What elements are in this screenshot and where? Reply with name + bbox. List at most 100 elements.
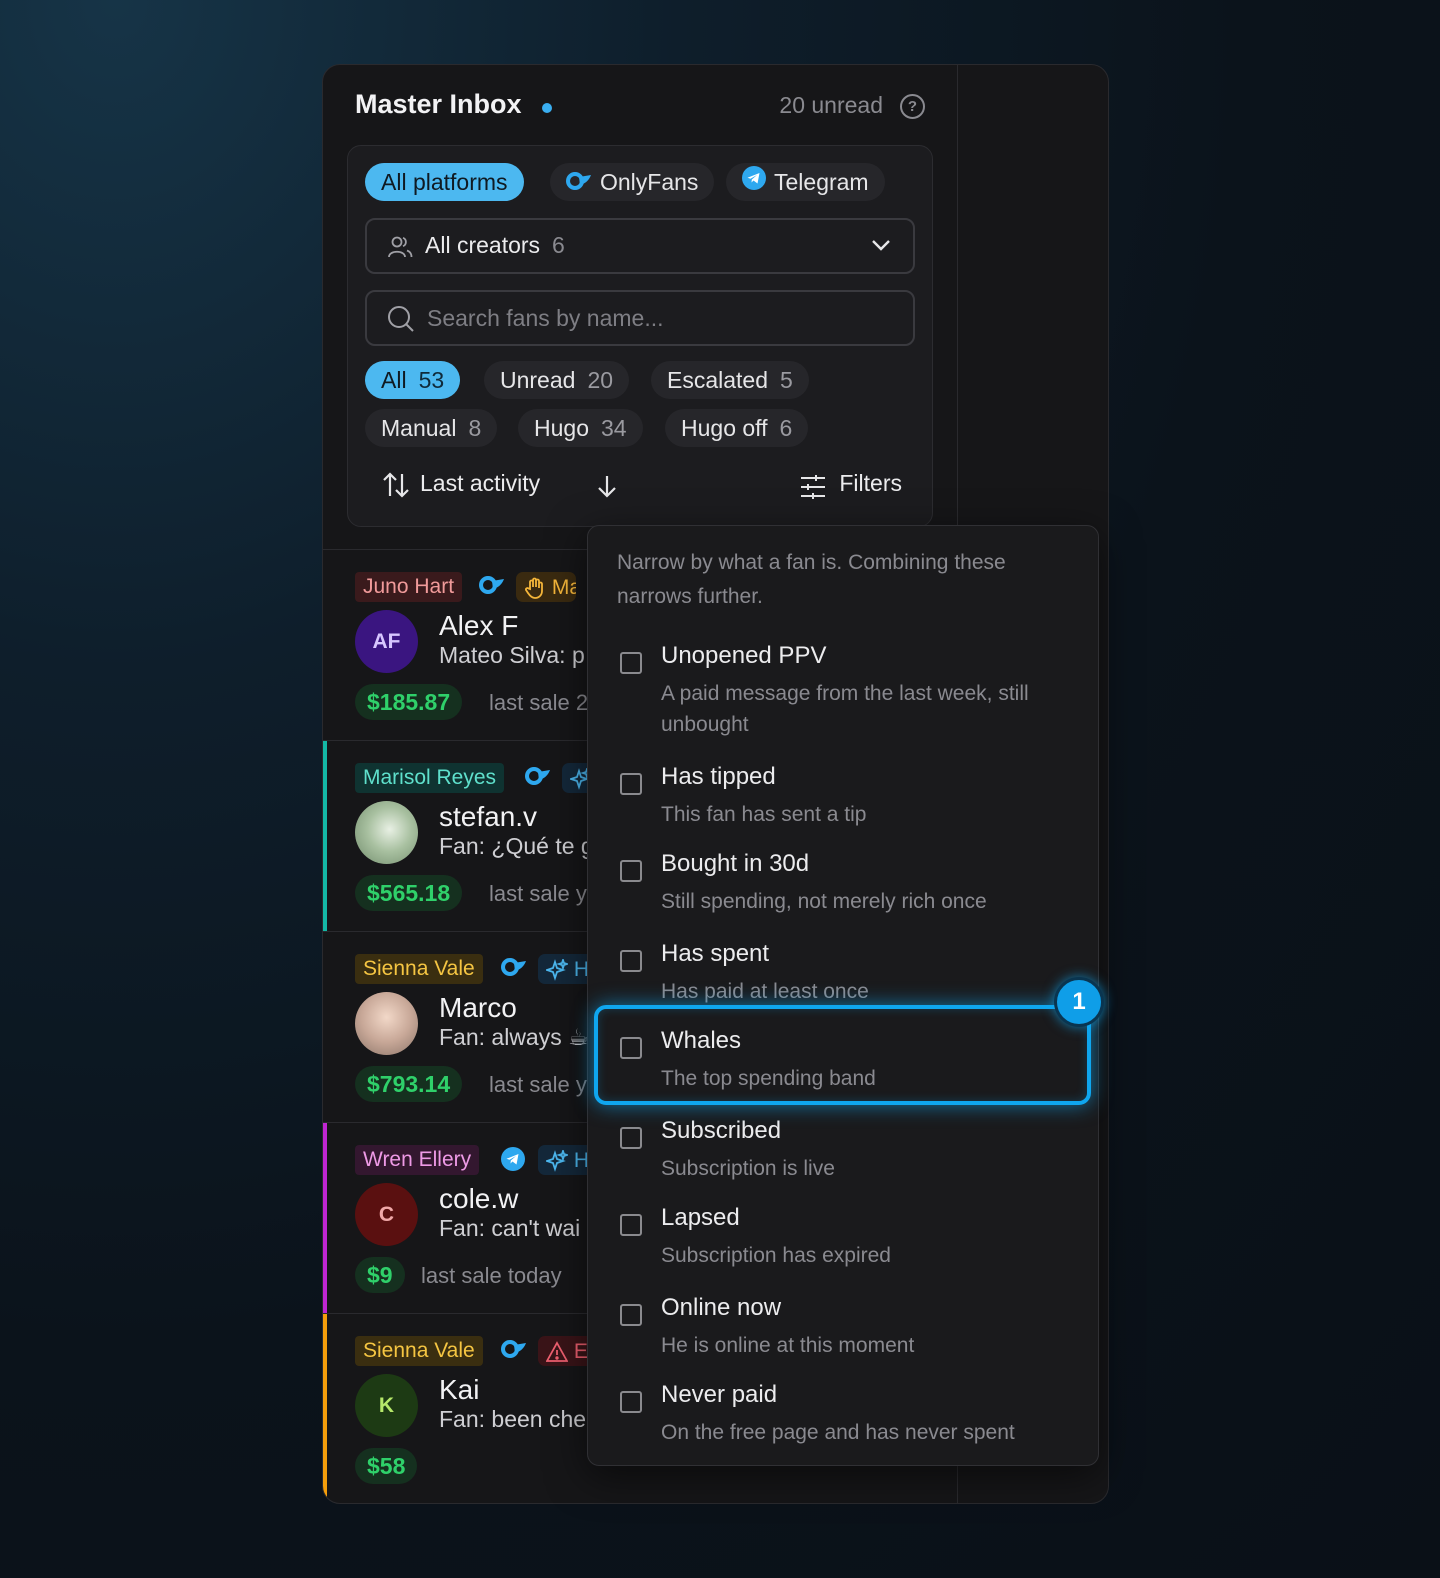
creators-count: 6 — [552, 232, 565, 258]
filter-option-desc: He is online at this moment — [661, 1334, 915, 1357]
message-preview: Fan: can't wai — [439, 1215, 581, 1241]
filter-option-title: Has tipped — [661, 763, 776, 790]
page-title: Master Inbox — [355, 89, 522, 119]
search-input[interactable] — [427, 300, 897, 336]
status-chip-unread[interactable]: Unread 20 — [484, 361, 630, 399]
hand-icon — [525, 578, 543, 600]
spend-amount: $793.14 — [355, 1066, 463, 1102]
filter-option-unopened-ppv[interactable]: Unopened PPV A paid message from the las… — [588, 634, 1100, 736]
sort-row: Last activity Filters — [382, 466, 902, 506]
status-chip-hugo[interactable]: Hugo 34 — [518, 409, 643, 447]
status-chip-hugo-off[interactable]: Hugo off 6 — [665, 409, 809, 447]
filter-option-online-now[interactable]: Online now He is online at this moment — [588, 1286, 1100, 1366]
checkbox[interactable] — [620, 1214, 642, 1236]
platform-chip-onlyfans[interactable]: OnlyFans — [550, 163, 715, 201]
avatar: C — [355, 1183, 418, 1246]
telegram-icon — [501, 1147, 525, 1176]
filter-option-title: Lapsed — [661, 1204, 740, 1231]
last-sale: last sale today — [421, 1263, 562, 1288]
spend-amount: $58 — [355, 1448, 418, 1484]
filter-option-has-tipped[interactable]: Has tipped This fan has sent a tip — [588, 755, 1100, 835]
filter-option-desc: Subscription is live — [661, 1157, 835, 1180]
filter-option-title: Has spent — [661, 940, 770, 967]
message-preview: Mateo Silva: p — [439, 642, 585, 668]
status-chip-count: 34 — [600, 415, 627, 441]
platform-chip-telegram[interactable]: Telegram — [726, 163, 885, 201]
onlyfans-icon — [566, 163, 592, 201]
checkbox[interactable] — [620, 1391, 642, 1413]
filters-intro: Narrow by what a fan is. Combining these… — [617, 551, 1006, 608]
status-chip-manual[interactable]: Manual 8 — [365, 409, 498, 447]
status-chip-escalated[interactable]: Escalated 5 — [651, 361, 809, 399]
status-chip-label: Hugo — [534, 415, 589, 441]
checkbox[interactable] — [620, 1127, 642, 1149]
creator-tag: Marisol Reyes — [355, 763, 505, 793]
avatar: K — [355, 1374, 418, 1437]
filter-option-title: Subscribed — [661, 1117, 782, 1144]
filter-option-desc: A paid message from the last week, still… — [661, 682, 1029, 736]
creator-tag: Sienna Vale — [355, 954, 483, 984]
filter-option-desc: Has paid at least once — [661, 980, 869, 1003]
platform-chip-all[interactable]: All platforms — [365, 163, 524, 201]
filter-option-title: Bought in 30d — [661, 850, 810, 877]
filter-option-whales[interactable]: Whales The top spending band — [588, 1019, 1100, 1099]
platform-chip-label: All platforms — [381, 169, 508, 195]
search-box — [365, 290, 915, 346]
status-chip-count: 8 — [468, 415, 482, 441]
checkbox[interactable] — [620, 652, 642, 674]
status-chip-count: 5 — [780, 367, 793, 393]
creator-color-bar — [323, 1123, 327, 1313]
filter-option-bought-30d[interactable]: Bought in 30d Still spending, not merely… — [588, 842, 1100, 922]
users-icon — [387, 234, 413, 265]
sparkle-icon — [544, 1148, 570, 1173]
creator-color-bar — [323, 741, 327, 931]
status-chip-count: 53 — [418, 367, 445, 393]
fan-name: Alex F — [439, 610, 519, 641]
filters-button[interactable]: Filters — [799, 470, 902, 499]
filter-option-subscribed[interactable]: Subscribed Subscription is live — [588, 1109, 1100, 1189]
status-chip-label: Hugo off — [681, 415, 768, 441]
help-icon[interactable]: ? — [900, 94, 925, 119]
creator-tag: Sienna Vale — [355, 1336, 483, 1366]
message-preview: Fan: ¿Qué te g — [439, 833, 594, 859]
creator-color-bar — [323, 1314, 327, 1503]
onlyfans-icon — [501, 958, 527, 981]
checkbox[interactable] — [620, 860, 642, 882]
search-icon — [387, 305, 415, 338]
checkbox[interactable] — [620, 1037, 642, 1059]
status-chip-label: Escalated — [667, 367, 769, 393]
creators-select[interactable]: All creators 6 — [365, 218, 915, 274]
fan-name: stefan.v — [439, 801, 538, 832]
sparkle-icon — [544, 957, 570, 982]
fan-name: cole.w — [439, 1183, 519, 1214]
status-chip-label: All — [381, 367, 407, 393]
onlyfans-icon — [479, 576, 505, 599]
filter-option-title: Online now — [661, 1294, 782, 1321]
avatar — [355, 801, 418, 864]
checkbox[interactable] — [620, 773, 642, 795]
unread-count: 20 unread — [779, 92, 883, 118]
filter-option-desc: On the free page and has never spent — [661, 1421, 1015, 1444]
telegram-icon — [742, 163, 766, 201]
sort-arrows-icon[interactable] — [382, 472, 410, 503]
checkbox[interactable] — [620, 950, 642, 972]
platform-chip-label: OnlyFans — [600, 169, 699, 195]
checkbox[interactable] — [620, 1304, 642, 1326]
live-status-dot — [542, 103, 552, 113]
avatar: AF — [355, 610, 418, 673]
avatar — [355, 992, 418, 1055]
spend-amount: $565.18 — [355, 875, 463, 911]
arrow-down-icon[interactable] — [596, 474, 618, 503]
status-chip-label: Manual — [381, 415, 457, 441]
status-chip-count: 6 — [779, 415, 793, 441]
filter-option-has-spent[interactable]: Has spent Has paid at least once — [588, 932, 1100, 1012]
escalated-tag-label: E — [573, 1340, 588, 1363]
fan-name: Kai — [439, 1374, 480, 1405]
spend-amount: $185.87 — [355, 684, 463, 720]
message-preview: Fan: always ☕ — [439, 1024, 589, 1050]
filter-option-lapsed[interactable]: Lapsed Subscription has expired — [588, 1196, 1100, 1276]
filter-option-never-paid[interactable]: Never paid On the free page and has neve… — [588, 1373, 1100, 1453]
status-chip-all[interactable]: All 53 — [365, 361, 461, 399]
sliders-icon — [799, 474, 827, 506]
sort-select[interactable]: Last activity — [420, 470, 540, 497]
